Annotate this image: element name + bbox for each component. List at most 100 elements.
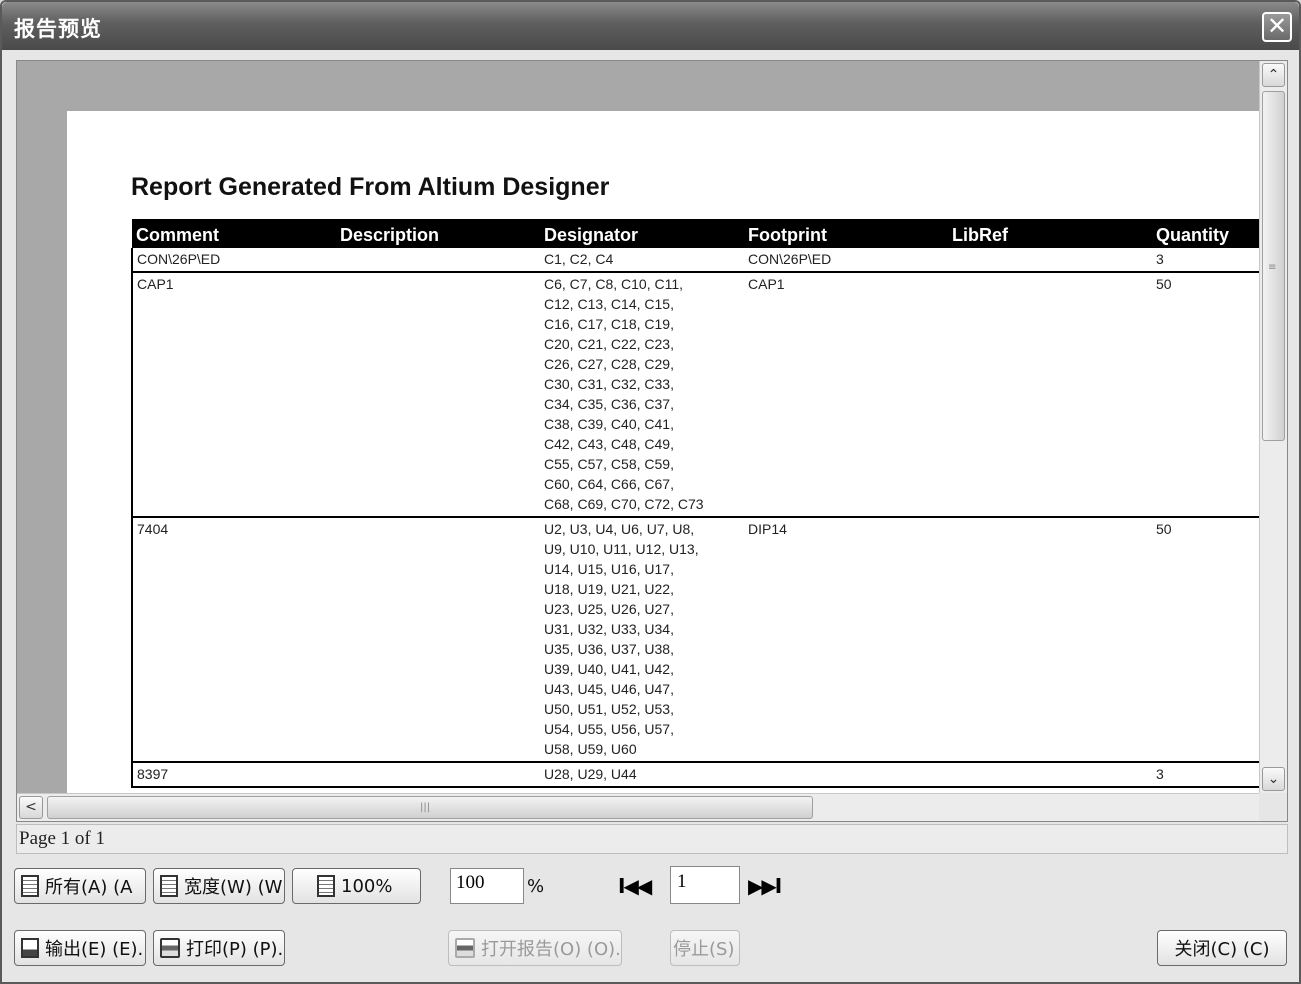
designator-line: U23, U25, U26, U27,	[544, 601, 674, 617]
cell-designator: U2, U3, U4, U6, U7, U8, U9, U10, U11, U12…	[540, 517, 744, 763]
preview-viewport: Report Generated From Altium Designer Co…	[17, 61, 1259, 793]
designator-line: U35, U36, U37, U38,	[544, 641, 674, 657]
table-row: CAP1 C6, C7, C8, C10, C11, C12, C13, C14, …	[131, 272, 1259, 518]
cell-footprint: CAP1	[744, 272, 948, 518]
page-icon	[21, 875, 39, 897]
cell-designator: C1, C2, C4	[540, 248, 744, 273]
printer-icon	[160, 938, 180, 958]
horizontal-scroll-thumb[interactable]: |||	[47, 796, 813, 819]
cell-libref	[948, 272, 1152, 518]
column-header-designator: Designator	[540, 219, 744, 248]
zoom-100-button[interactable]: 100%	[292, 868, 421, 904]
bom-table: Comment Description Designator Footprint…	[131, 219, 1259, 788]
scroll-grip-icon: |||	[420, 802, 431, 813]
cell-libref	[948, 248, 1152, 273]
stop-button[interactable]: 停止(S) (	[670, 930, 740, 966]
first-prev-page-icon[interactable]: I◀◀	[618, 874, 652, 898]
designator-line: C6, C7, C8, C10, C11,	[544, 276, 684, 292]
cell-designator: C6, C7, C8, C10, C11, C12, C13, C14, C15,…	[540, 272, 744, 518]
cell-footprint: CON\26P\ED	[744, 248, 948, 273]
scroll-left-icon[interactable]: <	[19, 796, 43, 819]
cell-description	[336, 517, 540, 763]
window-title: 报告预览	[14, 17, 102, 41]
status-bar: Page 1 of 1	[16, 824, 1288, 854]
designator-line: U18, U19, U21, U22,	[544, 581, 674, 597]
cell-comment: CON\26P\ED	[131, 248, 336, 273]
cell-footprint: DIP14	[744, 517, 948, 763]
designator-line: C1, C2, C4	[544, 251, 614, 267]
table-header-row: Comment Description Designator Footprint…	[132, 219, 1259, 248]
cell-libref	[948, 762, 1152, 788]
designator-line: C42, C43, C48, C49,	[544, 436, 674, 452]
page-width-icon	[160, 875, 178, 897]
cell-description	[336, 762, 540, 788]
close-icon[interactable]: ✕	[1262, 12, 1292, 42]
column-header-quantity: Quantity	[1152, 219, 1259, 248]
designator-line: U43, U45, U46, U47,	[544, 681, 674, 697]
cell-footprint	[744, 762, 948, 788]
cell-comment: 7404	[131, 517, 336, 763]
fit-width-button[interactable]: 宽度(W) (W	[153, 868, 285, 904]
cell-quantity: 3	[1152, 762, 1259, 788]
table-row: 8397 U28, U29, U44 3	[131, 762, 1259, 788]
cell-quantity: 3	[1152, 248, 1259, 273]
designator-line: C20, C21, C22, C23,	[544, 336, 674, 352]
export-button[interactable]: 输出(E) (E)..	[14, 930, 146, 966]
designator-line: U50, U51, U52, U53,	[544, 701, 674, 717]
zoom-100-label: 100%	[341, 875, 393, 897]
page-number-input[interactable]: 1	[670, 866, 740, 904]
cell-comment: CAP1	[131, 272, 336, 518]
column-header-libref: LibRef	[948, 219, 1152, 248]
table-row: CON\26P\ED C1, C2, C4 CON\26P\ED 3	[131, 248, 1259, 273]
designator-line: C26, C27, C28, C29,	[544, 356, 674, 372]
export-icon	[21, 938, 39, 958]
title-bar[interactable]: 报告预览 ✕	[2, 2, 1299, 50]
designator-line: C34, C35, C36, C37,	[544, 396, 674, 412]
cell-description	[336, 272, 540, 518]
designator-line: C38, C39, C40, C41,	[544, 416, 674, 432]
export-label: 输出(E) (E)..	[45, 939, 146, 960]
open-report-icon	[455, 938, 475, 958]
stop-label: 停止(S) (	[673, 939, 740, 960]
column-header-footprint: Footprint	[744, 219, 948, 248]
fit-all-button[interactable]: 所有(A) (A	[14, 868, 146, 904]
percent-sign: %	[527, 876, 545, 897]
fit-width-label: 宽度(W) (W	[184, 877, 283, 898]
designator-line: C12, C13, C14, C15,	[544, 296, 674, 312]
scroll-grip-icon: ≡	[1268, 262, 1277, 273]
page-count-text: Page 1 of 1	[19, 828, 106, 849]
scrollbar-corner	[1259, 793, 1287, 821]
column-header-comment: Comment	[132, 219, 336, 248]
next-last-page-icon[interactable]: ▶▶I	[748, 874, 782, 898]
zoom-input[interactable]: 100	[450, 868, 524, 904]
vertical-scroll-thumb[interactable]: ≡	[1262, 91, 1285, 441]
open-report-button[interactable]: 打开报告(O) (O)..	[448, 930, 622, 966]
designator-line: U58, U59, U60	[544, 741, 637, 757]
preview-area: Report Generated From Altium Designer Co…	[16, 60, 1288, 822]
print-button[interactable]: 打印(P) (P)..	[153, 930, 285, 966]
close-button[interactable]: 关闭(C) (C)	[1157, 930, 1287, 966]
scroll-down-icon[interactable]: ⌄	[1262, 767, 1285, 791]
cell-comment: 8397	[131, 762, 336, 788]
print-label: 打印(P) (P)..	[186, 939, 285, 960]
designator-line: U14, U15, U16, U17,	[544, 561, 674, 577]
report-page: Report Generated From Altium Designer Co…	[67, 111, 1259, 793]
page-icon	[317, 875, 335, 897]
cell-libref	[948, 517, 1152, 763]
cell-designator: U28, U29, U44	[540, 762, 744, 788]
designator-line: C68, C69, C70, C72, C73	[544, 496, 704, 512]
designator-line: U2, U3, U4, U6, U7, U8,	[544, 521, 695, 537]
horizontal-scrollbar[interactable]: < ||| >	[17, 793, 1287, 821]
table-row: 7404 U2, U3, U4, U6, U7, U8, U9, U10, U11,…	[131, 517, 1259, 763]
open-report-label: 打开报告(O) (O)..	[481, 939, 622, 960]
scroll-up-icon[interactable]: ⌃	[1262, 63, 1285, 87]
fit-all-label: 所有(A) (A	[45, 877, 133, 898]
designator-line: C55, C57, C58, C59,	[544, 456, 674, 472]
cell-quantity: 50	[1152, 272, 1259, 518]
column-header-description: Description	[336, 219, 540, 248]
designator-line: C30, C31, C32, C33,	[544, 376, 674, 392]
designator-line: C16, C17, C18, C19,	[544, 316, 674, 332]
vertical-scrollbar[interactable]: ⌃ ≡ ⌄	[1259, 61, 1287, 793]
report-preview-window: 报告预览 ✕ Report Generated From Altium Desi…	[0, 0, 1301, 984]
bom-table-body: CON\26P\ED C1, C2, C4 CON\26P\ED 3 CAP1 C6, C…	[131, 248, 1259, 788]
